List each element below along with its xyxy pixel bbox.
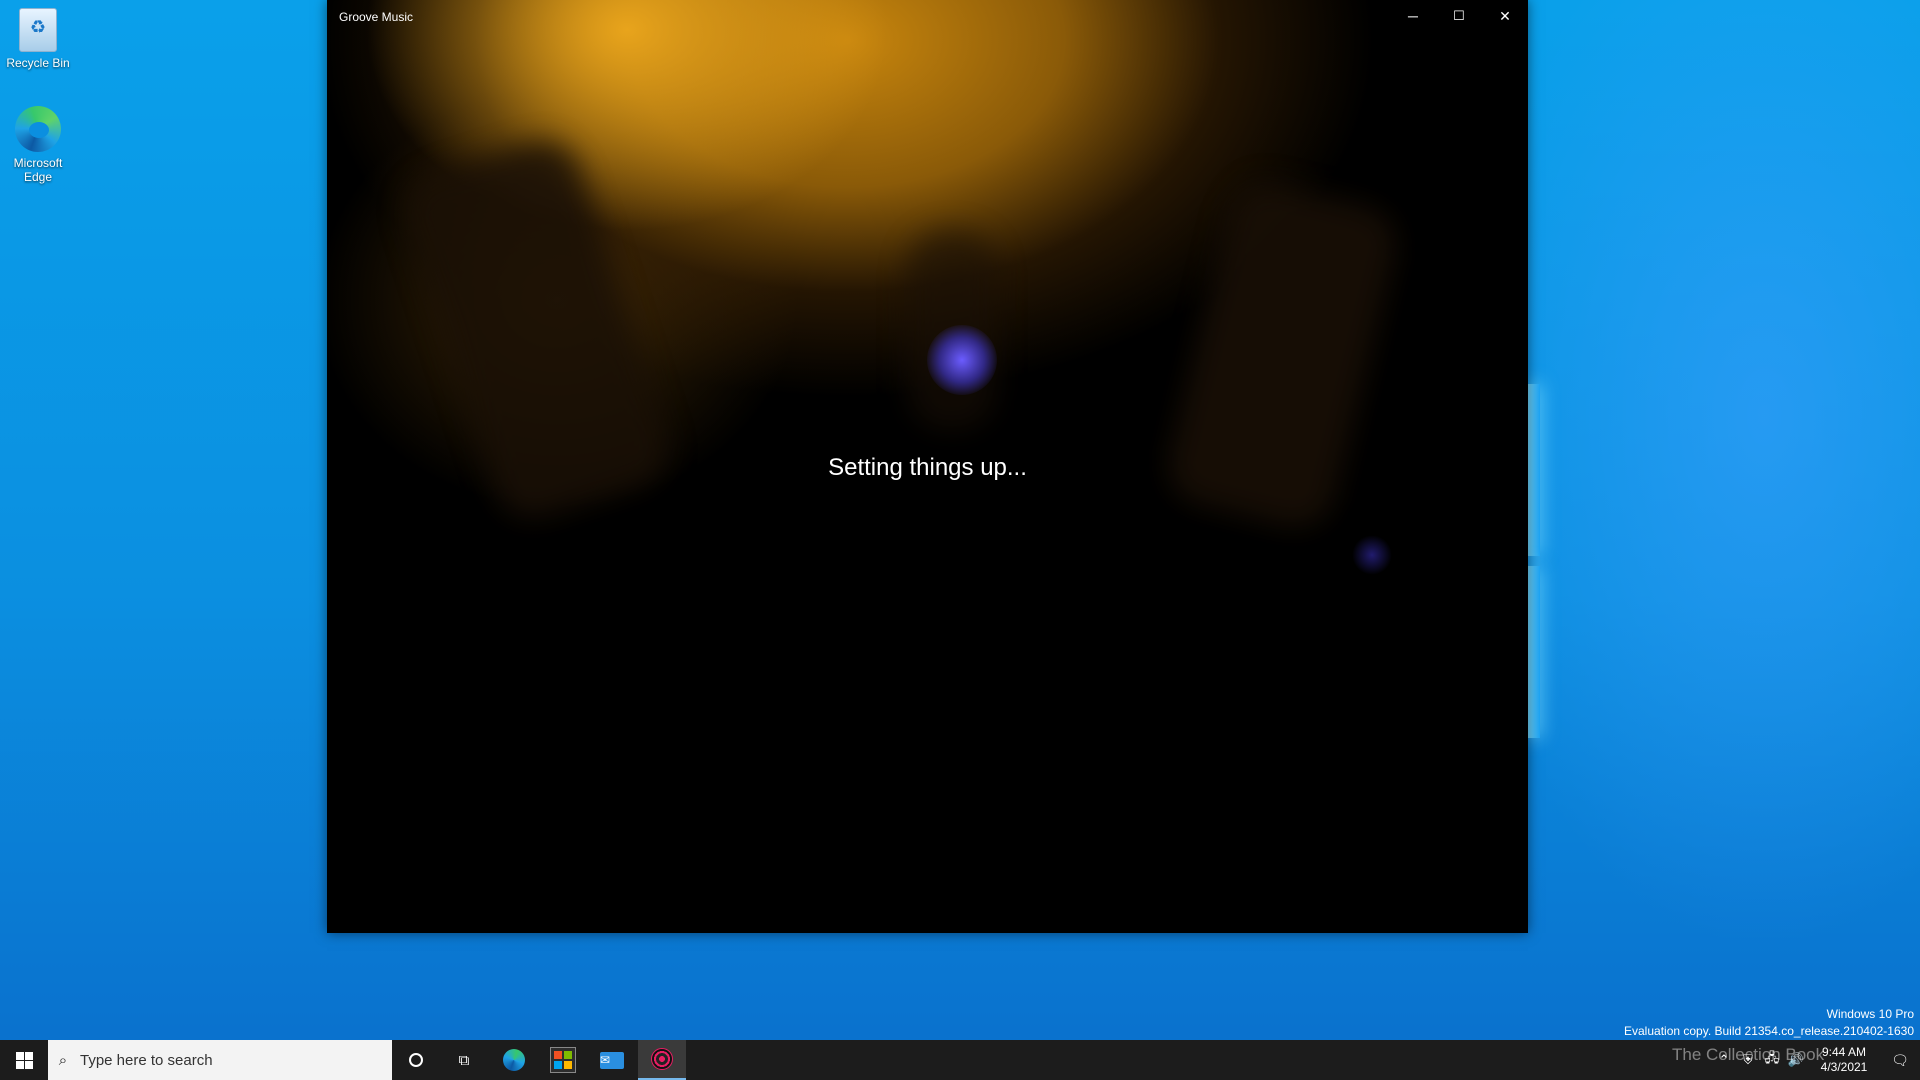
- edge-icon: [503, 1049, 525, 1071]
- task-view-button[interactable]: ⧉: [440, 1040, 488, 1080]
- windows-logo-pane-top: [1528, 384, 1540, 556]
- light-orb: [927, 325, 997, 395]
- close-button[interactable]: ✕: [1482, 0, 1528, 32]
- taskbar-edge-button[interactable]: [490, 1040, 538, 1080]
- groove-music-window[interactable]: Groove Music ─ ☐ ✕ Setting things up...: [327, 0, 1528, 933]
- setup-status-text: Setting things up...: [828, 454, 1027, 481]
- cortana-icon: [409, 1053, 423, 1067]
- title-bar[interactable]: Groove Music ─ ☐ ✕: [327, 0, 1528, 32]
- desktop-icon-recycle-bin[interactable]: ♻ Recycle Bin: [4, 8, 72, 70]
- desktop-icon-microsoft-edge[interactable]: Microsoft Edge: [4, 106, 72, 184]
- start-button[interactable]: [0, 1040, 48, 1080]
- groove-music-icon: [651, 1048, 673, 1070]
- search-input[interactable]: [78, 1050, 372, 1070]
- window-title: Groove Music: [339, 10, 414, 24]
- desktop-icon-label: Microsoft Edge: [13, 156, 63, 184]
- store-icon: [550, 1047, 576, 1073]
- windows-watermark: Windows 10 Pro Evaluation copy. Build 21…: [1624, 1006, 1914, 1040]
- notifications-icon[interactable]: 🗨: [1880, 1052, 1920, 1069]
- light-orb-small: [1352, 535, 1392, 575]
- taskbar-groove-music-button[interactable]: [638, 1040, 686, 1080]
- watermark-edition: Windows 10 Pro: [1826, 1007, 1914, 1021]
- taskbar-search[interactable]: ⌕: [48, 1040, 392, 1080]
- recycle-bin-icon: ♻: [19, 8, 57, 52]
- maximize-button[interactable]: ☐: [1436, 0, 1482, 32]
- windows-logo-icon: [15, 1051, 33, 1069]
- edge-icon: [15, 106, 61, 152]
- minimize-button[interactable]: ─: [1390, 0, 1436, 32]
- collection-watermark: The Collection Book: [1672, 1045, 1825, 1064]
- watermark-build: Evaluation copy. Build 21354.co_release.…: [1624, 1024, 1914, 1038]
- search-icon: ⌕: [58, 1051, 68, 1069]
- desktop-icon-label: Recycle Bin: [6, 56, 70, 70]
- taskbar: ⌕ ⧉ ✉ ⌃ ⛨ 🖧 🔊 9:44 AM 4/3/2021 🗨: [0, 1040, 1920, 1080]
- task-view-icon: ⧉: [458, 1051, 470, 1069]
- cortana-button[interactable]: [392, 1040, 440, 1080]
- taskbar-mail-button[interactable]: ✉: [588, 1040, 636, 1080]
- windows-logo-pane-bottom: [1528, 566, 1540, 738]
- mail-icon: ✉: [600, 1051, 624, 1069]
- taskbar-store-button[interactable]: [539, 1040, 587, 1080]
